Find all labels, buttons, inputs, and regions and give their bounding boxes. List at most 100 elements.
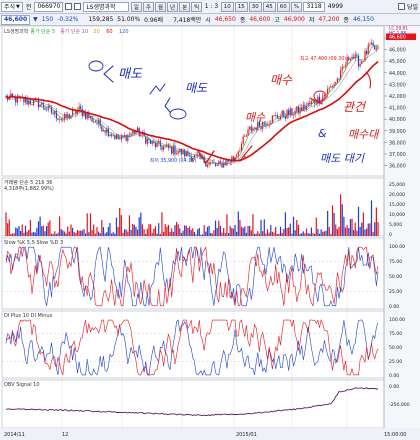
volume-bar: [239, 219, 241, 236]
dmi-tick-label: 100.00: [389, 317, 405, 323]
volume-bar: [83, 229, 85, 236]
volume-tick-label: 5,000: [389, 222, 402, 228]
candle: [336, 78, 338, 83]
volume-bar: [76, 230, 79, 236]
tick-button[interactable]: 틱: [191, 1, 203, 12]
candle: [369, 44, 371, 46]
volume-bar: [11, 233, 14, 236]
candle: [310, 101, 312, 104]
volume-bar: [59, 216, 61, 236]
candle: [335, 82, 337, 84]
minute-button[interactable]: 분: [179, 1, 191, 12]
candle: [184, 149, 186, 157]
candle: [223, 162, 225, 168]
open-value: 46,650: [214, 16, 236, 23]
hc-label: HC 1.88: [389, 31, 406, 37]
stock-code-input[interactable]: 066970: [34, 1, 64, 12]
down-arrow-icon: ▼: [33, 16, 38, 23]
candle: [343, 66, 345, 68]
low-label: 저: [308, 17, 315, 24]
volume-bar: [271, 231, 274, 236]
company-name-field[interactable]: LS생명과학: [83, 1, 130, 12]
last-value: 46,150: [352, 16, 374, 23]
minute-15-button[interactable]: 15: [234, 1, 248, 12]
period-day-button[interactable]: 일: [130, 1, 142, 12]
volume-bar: [148, 224, 150, 236]
candle: [250, 126, 252, 131]
minute-60-button[interactable]: 60: [276, 1, 290, 12]
volume-bar: [52, 233, 54, 236]
candle: [341, 66, 343, 71]
candle: [136, 127, 139, 131]
volume-bar: [318, 233, 321, 236]
volume-bar: [117, 227, 119, 236]
search-icon[interactable]: [65, 3, 73, 10]
candle: [364, 50, 366, 61]
volume-bar: [190, 229, 192, 236]
list-icon[interactable]: [74, 3, 82, 10]
candle: [240, 143, 243, 151]
minute-10-button[interactable]: 10: [220, 1, 234, 12]
volume-bar: [23, 232, 25, 236]
volume-bar: [123, 229, 126, 236]
volume-tick-label: 10,000: [389, 212, 405, 218]
candle: [23, 97, 25, 103]
x-axis-label: 2015/01: [236, 432, 257, 438]
volume-bar: [333, 212, 335, 236]
volume-bar: [187, 228, 189, 236]
candle: [115, 134, 118, 139]
volume-bar: [104, 233, 106, 236]
stochastic-tick-label: 100.00: [389, 244, 405, 250]
chart-canvas[interactable]: LS생명과학 종가 단순 5 종가 단순 10 20 60 120최고 47,400 (0…: [0, 26, 420, 440]
minute-30-button[interactable]: 30: [248, 1, 262, 12]
volume-bar: [289, 223, 291, 236]
volume-bar: [315, 217, 317, 236]
volume-bar: [164, 224, 166, 236]
candle: [46, 109, 48, 111]
period-year-button[interactable]: 년: [167, 1, 179, 12]
price-tick-label: 44,000: [389, 71, 406, 77]
market-label: 주식: [4, 4, 16, 11]
candle: [247, 129, 249, 136]
period-week-button[interactable]: 주: [142, 1, 154, 12]
volume-bar: [255, 233, 257, 236]
candle: [102, 130, 105, 132]
candle: [312, 100, 314, 102]
period-month-button[interactable]: 월: [154, 1, 167, 12]
volume-bar: [349, 219, 351, 236]
stochastic-tick-label: 75.00: [389, 259, 402, 265]
volume-bar: [354, 222, 356, 236]
volume-bar: [307, 233, 309, 236]
volume-bar: [31, 232, 33, 236]
candle: [109, 134, 111, 137]
candle: [348, 57, 350, 61]
volume-tick-label: 20,000: [389, 192, 405, 198]
volume-bar: [291, 233, 293, 236]
last-label: 종: [343, 17, 349, 24]
volume-bar: [84, 233, 87, 236]
candle: [216, 164, 218, 166]
volume-bar: [374, 222, 376, 236]
dmi-tick-label: 75.00: [389, 331, 402, 337]
close-value: 46,600: [249, 16, 271, 23]
candle: [281, 111, 283, 117]
volume-bar: [322, 231, 324, 236]
volume-bar: [377, 222, 379, 236]
data-count-input[interactable]: 3118: [303, 1, 325, 12]
volume-bar: [223, 228, 225, 236]
percent-button[interactable]: %: [290, 1, 302, 12]
candle: [377, 47, 379, 49]
candle: [57, 118, 59, 120]
quote-bar: 46,600 ▼ 150 -0.32% 159,285 51.00% 0.96배…: [0, 14, 420, 26]
volume-bar: [153, 228, 155, 236]
volume-bar: [106, 232, 108, 236]
volume-bar: [146, 228, 148, 236]
candle: [361, 61, 363, 65]
candle: [127, 134, 129, 141]
volume-bar: [286, 228, 288, 236]
candle: [128, 134, 131, 136]
today-checkbox[interactable]: [397, 3, 405, 10]
minute-45-button[interactable]: 45: [262, 1, 276, 12]
volume-bar: [162, 231, 165, 236]
market-selector[interactable]: 주식 ▼: [1, 1, 23, 12]
